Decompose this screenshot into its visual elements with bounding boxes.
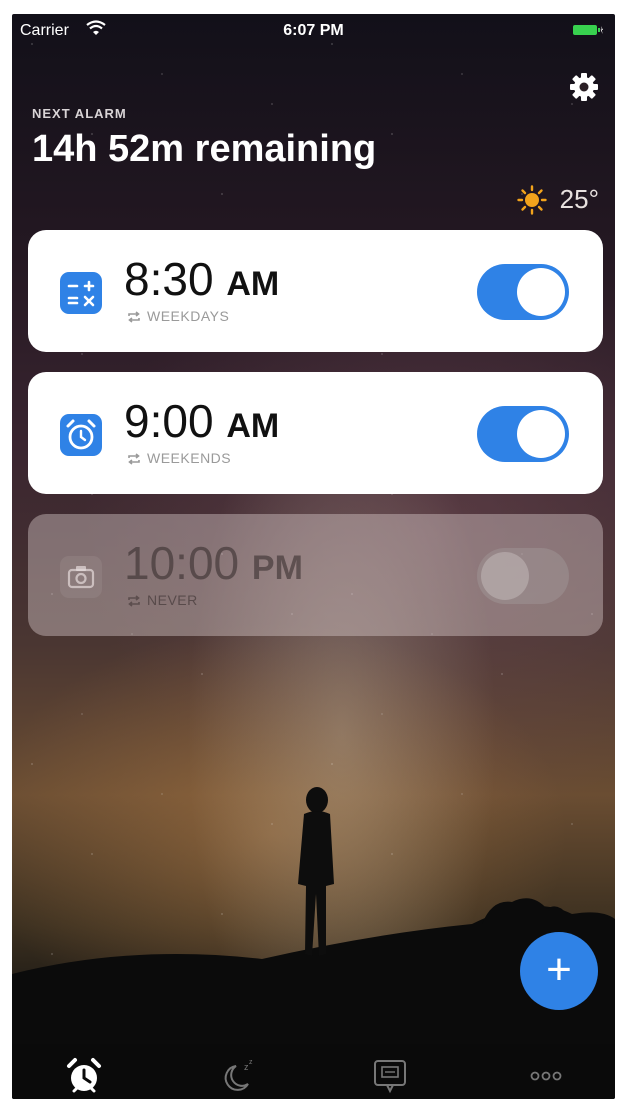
alarm-tab-icon[interactable] <box>64 1056 104 1096</box>
camera-icon <box>60 556 102 598</box>
alarm-card[interactable]: 8:30 AM WEEKDAYS <box>28 230 603 352</box>
more-dots-icon[interactable] <box>526 1056 566 1096</box>
add-alarm-button[interactable]: + <box>520 932 598 1010</box>
alarm-card[interactable]: 9:00 AM WEEKENDS <box>28 372 603 494</box>
alarm-period: AM <box>226 265 280 303</box>
toggle-knob <box>517 268 565 316</box>
phone-screen: Carrier 6:07 PM NEXT ALARM 14h 52m remai… <box>12 14 615 1099</box>
person-silhouette-image <box>12 787 615 1054</box>
sun-icon <box>517 185 547 215</box>
toggle-knob <box>517 410 565 458</box>
alarm-period: PM <box>251 549 303 587</box>
toggle-knob <box>481 552 529 600</box>
message-screen-icon[interactable] <box>370 1056 410 1096</box>
alarm-repeat-label: NEVER <box>147 592 198 608</box>
alarm-repeat: WEEKENDS <box>126 450 231 466</box>
alarm-toggle[interactable] <box>477 406 569 462</box>
alarm-time-value: 9:00 <box>124 395 214 447</box>
alarm-repeat: WEEKDAYS <box>126 308 229 324</box>
alarm-card[interactable]: 10:00 PM NEVER <box>28 514 603 636</box>
next-alarm-label: NEXT ALARM <box>32 106 127 121</box>
status-time: 6:07 PM <box>283 22 344 39</box>
sleep-moon-icon[interactable]: z z <box>218 1056 258 1096</box>
alarm-time-value: 8:30 <box>124 253 214 305</box>
repeat-icon <box>128 311 140 323</box>
alarm-toggle[interactable] <box>477 264 569 320</box>
svg-text:z: z <box>249 1059 253 1066</box>
alarm-toggle[interactable] <box>477 548 569 604</box>
alarm-repeat-label: WEEKDAYS <box>147 308 230 324</box>
alarm-clock-icon <box>60 414 102 456</box>
alarm-time: 9:00 AM <box>124 394 279 448</box>
alarm-time-value: 10:00 <box>124 537 240 589</box>
calculator-icon <box>60 272 102 314</box>
settings-gear-icon[interactable] <box>567 70 601 104</box>
temperature: 25° <box>559 184 599 214</box>
tab-bar: z z <box>12 1044 615 1099</box>
repeat-icon <box>128 595 140 607</box>
alarm-time: 8:30 AM <box>124 252 279 306</box>
alarm-time: 10:00 PM <box>124 536 303 590</box>
battery-icon <box>573 25 603 35</box>
status-bar: Carrier 6:07 PM <box>12 14 615 48</box>
alarm-repeat-label: WEEKENDS <box>147 450 232 466</box>
time-remaining: 14h 52m remaining <box>32 128 377 170</box>
alarm-period: AM <box>226 407 280 445</box>
alarm-repeat: NEVER <box>126 592 198 608</box>
repeat-icon <box>128 453 140 465</box>
